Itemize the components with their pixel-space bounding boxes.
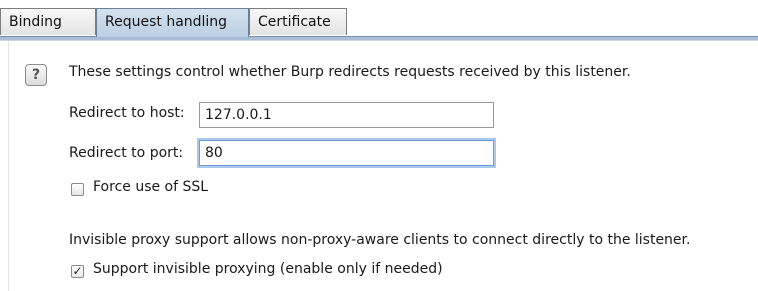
redirect-host-input[interactable]	[199, 102, 494, 128]
question-mark-icon: ?	[31, 67, 41, 83]
tab-request-handling[interactable]: Request handling	[96, 8, 249, 37]
tab-certificate[interactable]: Certificate	[249, 8, 347, 35]
invisible-proxy-checkbox[interactable]: ✓	[71, 265, 84, 278]
invisible-proxy-label[interactable]: Support invisible proxying (enable only …	[93, 261, 443, 277]
help-button[interactable]: ?	[25, 64, 47, 86]
force-ssl-label[interactable]: Force use of SSL	[93, 179, 208, 195]
tab-bar: Binding Request handling Certificate	[0, 8, 758, 37]
checkmark-icon: ✓	[72, 264, 83, 278]
tab-binding[interactable]: Binding	[0, 8, 96, 35]
listener-settings-window: Binding Request handling Certificate ? T…	[0, 0, 758, 291]
redirect-port-input[interactable]	[199, 140, 494, 166]
panel-border	[8, 40, 9, 291]
request-handling-description: These settings control whether Burp redi…	[69, 64, 631, 80]
invisible-proxy-description: Invisible proxy support allows non-proxy…	[69, 232, 691, 248]
redirect-host-label: Redirect to host:	[69, 105, 185, 121]
redirect-port-label: Redirect to port:	[69, 145, 184, 161]
force-ssl-checkbox[interactable]	[71, 183, 84, 196]
